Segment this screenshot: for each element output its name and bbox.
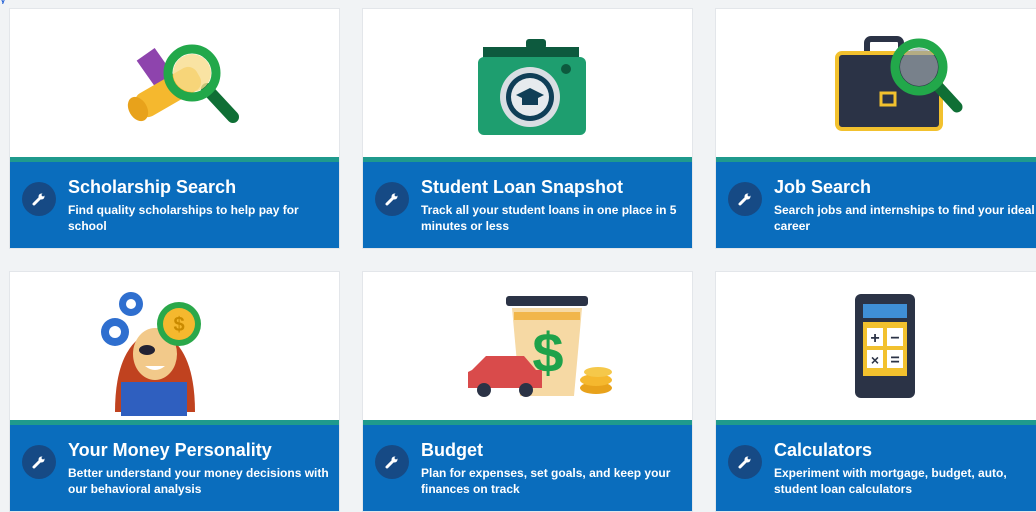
card-title: Job Search [774, 177, 872, 197]
person-gears-icon: $ [10, 272, 339, 420]
card-title: Calculators [774, 440, 873, 460]
card-band: Calculators Experiment with mortgage, bu… [716, 425, 1036, 511]
camera-graduation-icon [363, 9, 692, 157]
wrench-icon[interactable] [728, 445, 762, 479]
card-title: Scholarship Search [68, 177, 237, 197]
svg-text:×: × [871, 352, 879, 368]
card-band: Scholarship Search Find quality scholars… [10, 162, 339, 248]
wrench-icon[interactable] [375, 445, 409, 479]
scholarship-magnifier-icon [10, 9, 339, 157]
card-student-loan-snapshot[interactable]: Student Loan Snapshot Track all your stu… [362, 8, 693, 249]
wrench-icon[interactable] [22, 445, 56, 479]
card-band: Job Search Search jobs and internships t… [716, 162, 1036, 248]
card-description: Track all your student loans in one plac… [421, 203, 677, 233]
top-link-fragment[interactable]: y [0, 0, 140, 4]
wrench-icon[interactable] [22, 182, 56, 216]
card-title: Budget [421, 440, 483, 460]
card-description: Plan for expenses, set goals, and keep y… [421, 466, 671, 496]
card-description: Search jobs and internships to find your… [774, 203, 1035, 233]
card-scholarship-search[interactable]: Scholarship Search Find quality scholars… [9, 8, 340, 249]
card-description: Find quality scholarships to help pay fo… [68, 203, 299, 233]
card-description: Better understand your money decisions w… [68, 466, 329, 496]
card-job-search[interactable]: Job Search Search jobs and internships t… [715, 8, 1036, 249]
coffee-car-dollar-icon: $ [363, 272, 692, 420]
card-band: Your Money Personality Better understand… [10, 425, 339, 511]
calculator-icon: + − × = [716, 272, 1036, 420]
svg-text:+: + [870, 330, 879, 347]
wrench-icon[interactable] [728, 182, 762, 216]
card-budget[interactable]: $ Budget Plan for expenses, set goals, a… [362, 271, 693, 512]
svg-text:−: − [890, 330, 899, 347]
card-band: Student Loan Snapshot Track all your stu… [363, 162, 692, 248]
card-title: Student Loan Snapshot [421, 177, 623, 197]
svg-text:$: $ [173, 314, 184, 336]
wrench-icon[interactable] [375, 182, 409, 216]
card-band: Budget Plan for expenses, set goals, and… [363, 425, 692, 511]
card-calculators[interactable]: + − × = Calculators Experiment with mort… [715, 271, 1036, 512]
svg-text:=: = [890, 352, 899, 369]
card-description: Experiment with mortgage, budget, auto, … [774, 466, 1007, 496]
card-title: Your Money Personality [68, 440, 272, 460]
briefcase-magnifier-icon [716, 9, 1036, 157]
card-your-money-personality[interactable]: $ Your Money Personality Better understa… [9, 271, 340, 512]
